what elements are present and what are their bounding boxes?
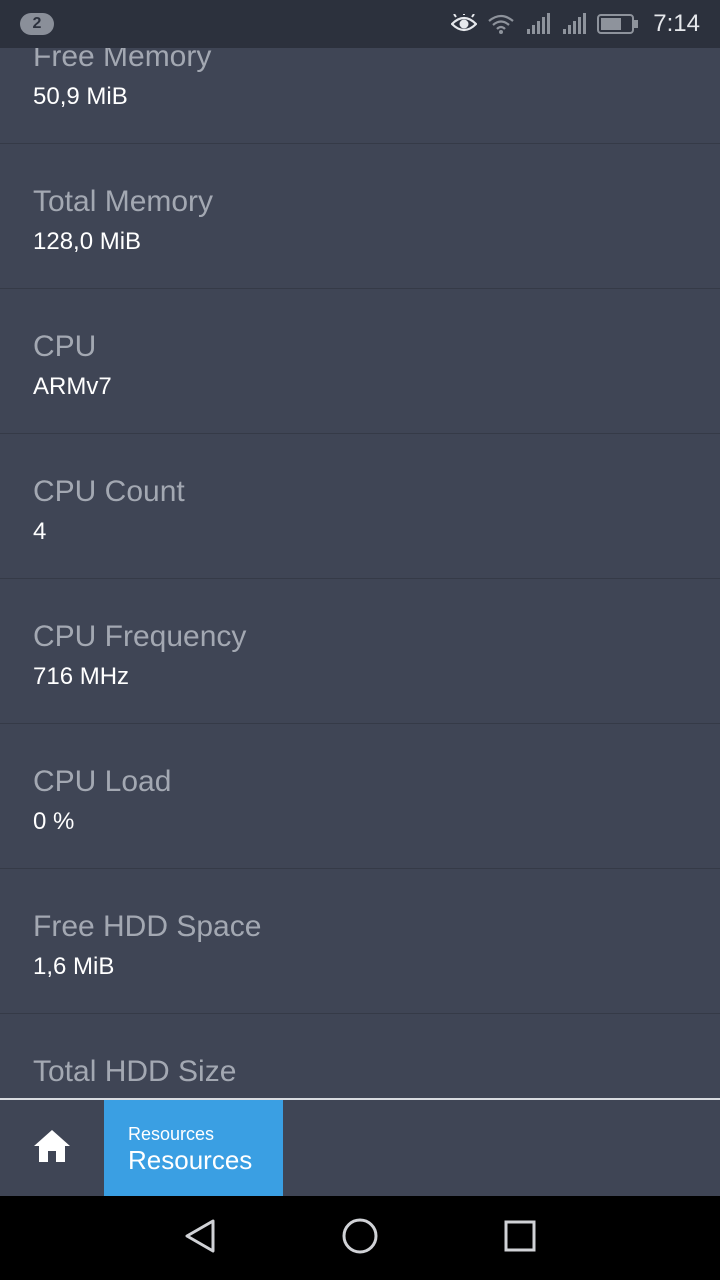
list-item: Total HDD Size <box>0 1014 720 1098</box>
tab-resources-label: Resources <box>128 1145 253 1175</box>
list-item-value: 128,0 MiB <box>33 228 142 255</box>
wifi-icon <box>487 13 515 35</box>
list-item-value: 1,6 MiB <box>33 953 115 980</box>
home-button[interactable] <box>0 1100 104 1196</box>
list-item-value: 0 % <box>33 808 75 835</box>
bottom-tab-bar: Resources Resources <box>0 1098 720 1196</box>
home-nav-button[interactable] <box>338 1216 382 1260</box>
back-button[interactable] <box>178 1216 222 1260</box>
list-item-label: CPU Frequency <box>33 620 247 653</box>
signal-icon <box>561 13 587 35</box>
list-item: Free HDD Space 1,6 MiB <box>0 869 720 1014</box>
status-bar: 2 7:14 <box>0 0 720 48</box>
list-item-label: Total HDD Size <box>33 1055 237 1088</box>
signal-icon <box>525 13 551 35</box>
resources-list: Free Memory 50,9 MiB Total Memory 128,0 … <box>0 48 720 1098</box>
list-item: Free Memory 50,9 MiB <box>0 48 720 144</box>
list-item-label: CPU <box>33 330 97 363</box>
tab-resources[interactable]: Resources Resources <box>104 1100 283 1196</box>
system-navigation-bar <box>0 1196 720 1280</box>
list-item-value: 50,9 MiB <box>33 83 128 110</box>
list-item-label: CPU Count <box>33 475 185 508</box>
list-item: CPU Load 0 % <box>0 724 720 869</box>
resources-list-container[interactable]: Free Memory 50,9 MiB Total Memory 128,0 … <box>0 48 720 1098</box>
list-item-label: Total Memory <box>33 185 214 218</box>
list-item-label: Free Memory <box>33 48 212 73</box>
recents-button[interactable] <box>498 1216 542 1260</box>
eye-icon <box>451 14 478 34</box>
notification-count-badge: 2 <box>20 13 54 35</box>
list-item: CPU ARMv7 <box>0 289 720 434</box>
home-icon <box>32 1128 72 1169</box>
recents-icon <box>503 1219 537 1258</box>
list-item-label: Free HDD Space <box>33 910 262 943</box>
list-item: CPU Frequency 716 MHz <box>0 579 720 724</box>
list-item-value: 716 MHz <box>33 663 130 690</box>
home-circle-icon <box>341 1217 379 1260</box>
list-item-value: ARMv7 <box>33 373 112 400</box>
back-icon <box>183 1218 217 1259</box>
list-item-value: 4 <box>33 518 47 545</box>
tab-resources-small-label: Resources <box>128 1124 215 1144</box>
list-item: Total Memory 128,0 MiB <box>0 144 720 289</box>
list-item-label: CPU Load <box>33 765 172 798</box>
clock: 7:14 <box>653 10 700 37</box>
battery-icon <box>597 13 639 35</box>
status-icons: 7:14 <box>451 0 700 48</box>
list-item: CPU Count 4 <box>0 434 720 579</box>
